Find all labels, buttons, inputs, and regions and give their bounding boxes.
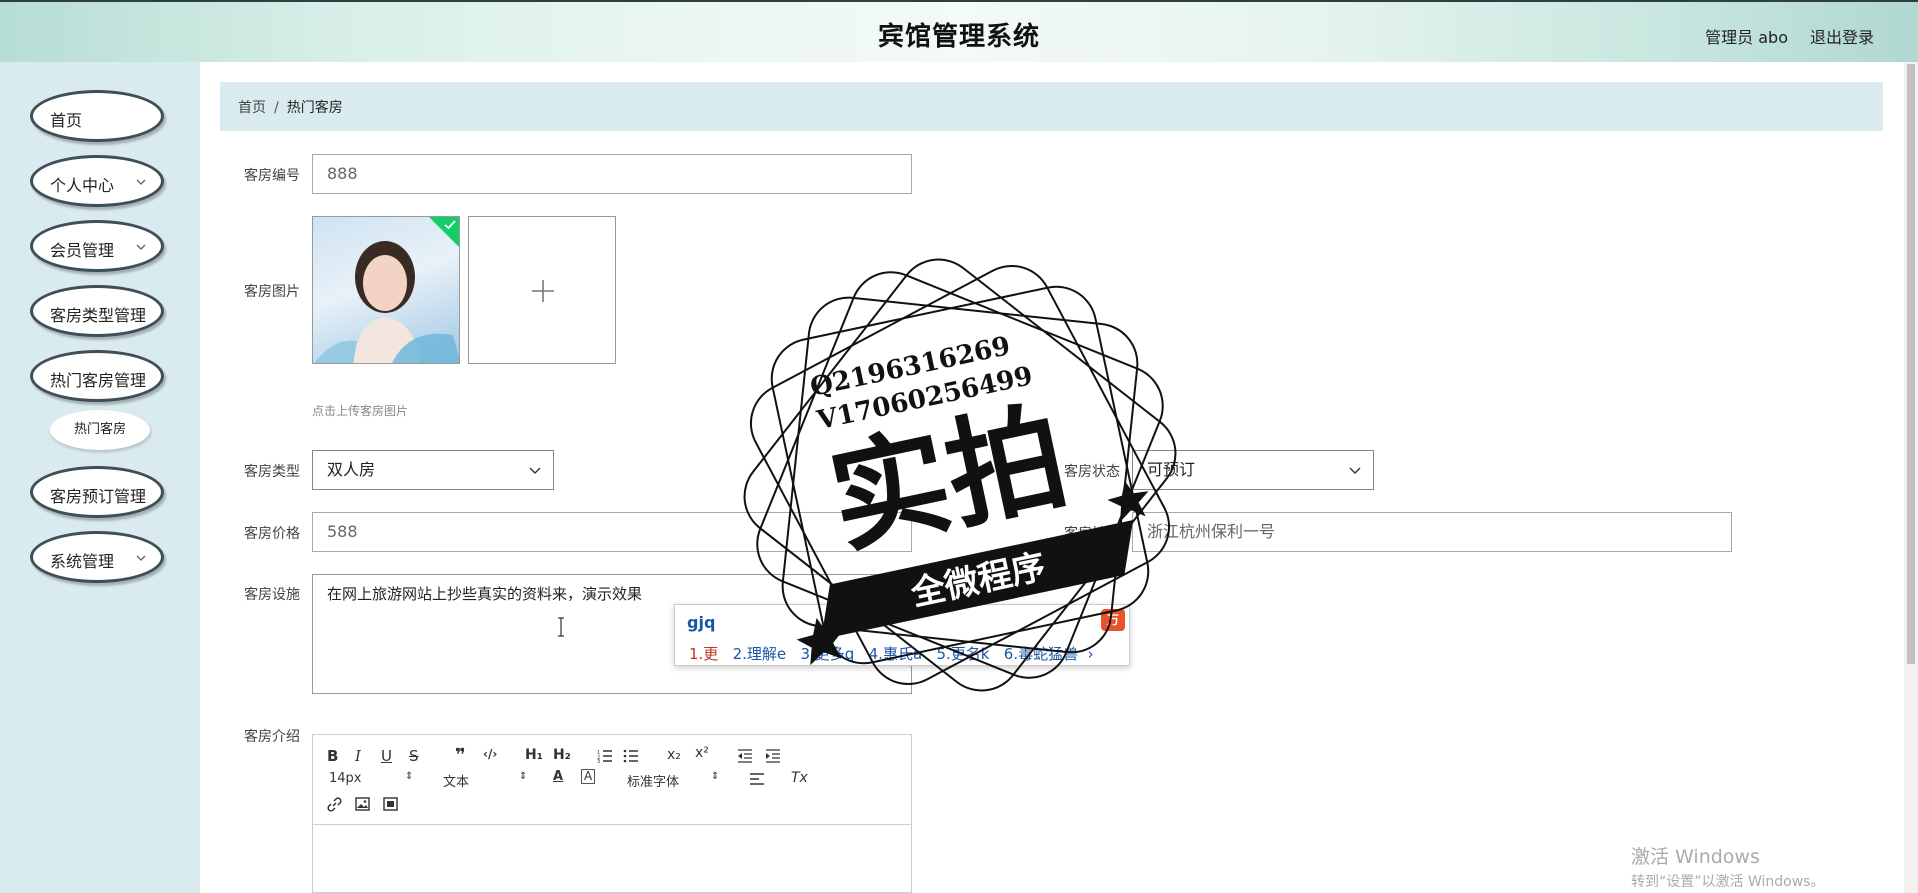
app-title: 宾馆管理系统: [877, 22, 1040, 52]
sidebar-item-label: 个人中心: [50, 176, 115, 195]
plus-icon: [532, 280, 554, 302]
sidebar-item-label: 会员管理: [50, 241, 115, 260]
facilities-label: 客房设施: [244, 587, 300, 603]
background-color-icon[interactable]: A: [581, 769, 596, 784]
room-type-label: 客房类型: [244, 464, 300, 480]
windows-activation-subtitle: 转到“设置”以激活 Windows。: [1631, 874, 1825, 890]
price-input[interactable]: 588: [312, 512, 912, 552]
windows-activation-title: 激活 Windows: [1631, 846, 1760, 868]
stamp-qq: Q2196316269: [808, 331, 1013, 403]
scrollbar-thumb[interactable]: [1907, 64, 1915, 664]
breadcrumb-current: 热门客房: [286, 100, 343, 116]
link-icon[interactable]: [327, 797, 342, 812]
address-input[interactable]: 浙江杭州保利一号: [1132, 512, 1732, 552]
sidebar-item-home[interactable]: 首页: [30, 90, 164, 142]
ime-candidate[interactable]: 2.理解e: [733, 645, 787, 663]
room-image-thumbnail[interactable]: [312, 216, 460, 364]
sidebar: 首页 个人中心 会员管理 客房类型管理 热门客房管理 热门客房 客房预订管理 系…: [0, 62, 200, 893]
superscript-button[interactable]: x²: [695, 745, 709, 761]
subscript-button[interactable]: x₂: [667, 747, 681, 763]
chevron-down-icon: [136, 244, 146, 250]
room-status-label: 客房状态: [1064, 464, 1120, 480]
editor-toolbar: B I U S ❞ ‹/› H₁ H₂ 123 x₂ x² 14px ⇕ 文本 …: [313, 735, 911, 825]
blockquote-icon[interactable]: ❞: [455, 745, 466, 766]
align-icon[interactable]: [749, 773, 765, 786]
logout-link[interactable]: 退出登录: [1810, 24, 1874, 48]
room-no-label: 客房编号: [244, 168, 300, 184]
address-label: 客房地址: [1064, 526, 1120, 542]
room-type-value: 双人房: [327, 460, 376, 479]
sidebar-item-label: 客房预订管理: [50, 487, 147, 506]
breadcrumb: 首页 / 热门客房: [220, 82, 1883, 131]
underline-button[interactable]: U: [381, 747, 392, 765]
ordered-list-icon[interactable]: 123: [597, 749, 613, 763]
sidebar-item-label: 客房类型管理: [50, 306, 147, 325]
current-user: 管理员 abo: [1705, 28, 1788, 47]
ime-candidate[interactable]: 1.更: [689, 645, 718, 663]
chevron-down-icon: [136, 179, 146, 185]
sidebar-item-label: 热门客房管理: [50, 371, 147, 390]
sort-icon: ⇕: [711, 771, 720, 782]
italic-button[interactable]: I: [355, 747, 361, 765]
ime-candidate[interactable]: 3.更多q: [800, 645, 854, 663]
bullet-list-icon[interactable]: [623, 749, 639, 763]
sidebar-item-label: 首页: [50, 111, 83, 130]
font-color-icon[interactable]: A: [553, 769, 563, 784]
ime-candidate[interactable]: 4.惠氏a: [869, 645, 923, 663]
ime-candidate-popup: gjq 万 1.更 2.理解e 3.更多q 4.惠氏a 5.更名k 6.毒蛇猛兽…: [674, 604, 1130, 666]
chevron-down-icon: [136, 555, 146, 561]
sidebar-item-booking-management[interactable]: 客房预订管理: [30, 466, 164, 518]
sidebar-item-member-management[interactable]: 会员管理: [30, 220, 164, 272]
room-status-select[interactable]: 可预订: [1132, 450, 1374, 490]
chevron-right-icon[interactable]: ›: [1083, 645, 1094, 663]
stamp-wechat: V17060256499: [814, 361, 1036, 436]
sidebar-item-personal-center[interactable]: 个人中心: [30, 155, 164, 207]
facilities-text: 在网上旅游网站上抄些真实的资料来，演示效果: [327, 585, 643, 603]
outdent-icon[interactable]: [737, 749, 753, 763]
sidebar-item-label: 系统管理: [50, 552, 115, 571]
room-type-select[interactable]: 双人房: [312, 450, 554, 490]
breadcrumb-home[interactable]: 首页: [238, 100, 266, 116]
video-icon[interactable]: [383, 797, 398, 811]
code-block-icon[interactable]: ‹/›: [483, 747, 497, 761]
heading1-button[interactable]: H₁: [525, 747, 543, 763]
ime-candidate[interactable]: 6.毒蛇猛兽: [1004, 645, 1078, 663]
windows-activation-watermark: 激活 Windows 转到“设置”以激活 Windows。: [1631, 842, 1824, 891]
intro-label: 客房介绍: [244, 729, 300, 745]
indent-icon[interactable]: [765, 749, 781, 763]
upload-add-button[interactable]: [468, 216, 616, 364]
chevron-down-icon: [1349, 467, 1361, 474]
price-label: 客房价格: [244, 526, 300, 542]
ime-composition: gjq: [687, 613, 716, 632]
breadcrumb-separator: /: [274, 100, 279, 116]
rich-text-editor[interactable]: B I U S ❞ ‹/› H₁ H₂ 123 x₂ x² 14px ⇕ 文本 …: [312, 734, 912, 893]
room-status-value: 可预订: [1147, 460, 1196, 479]
bold-button[interactable]: B: [327, 747, 338, 765]
text-cursor-icon: [558, 617, 564, 637]
image-icon[interactable]: [355, 797, 370, 811]
ime-candidate[interactable]: 5.更名k: [936, 645, 989, 663]
sort-icon: ⇕: [519, 771, 528, 782]
heading2-button[interactable]: H₂: [553, 747, 571, 763]
vertical-scrollbar[interactable]: [1904, 62, 1918, 893]
clear-format-icon[interactable]: Tx: [791, 770, 808, 786]
text-type-select[interactable]: 文本: [443, 771, 469, 790]
strikethrough-button[interactable]: S: [409, 747, 419, 765]
room-image-label: 客房图片: [244, 284, 300, 300]
top-header: 宾馆管理系统 管理员 abo 退出登录: [0, 0, 1918, 62]
chevron-down-icon: [529, 467, 541, 474]
room-no-input[interactable]: 888: [312, 154, 912, 194]
svg-text:3: 3: [597, 759, 600, 763]
sort-icon: ⇕: [405, 771, 414, 782]
sidebar-item-system-management[interactable]: 系统管理: [30, 531, 164, 583]
ime-candidate-list: 1.更 2.理解e 3.更多q 4.惠氏a 5.更名k 6.毒蛇猛兽 ›: [689, 643, 1094, 664]
sidebar-item-room-type-management[interactable]: 客房类型管理: [30, 285, 164, 337]
font-size-select[interactable]: 14px: [329, 771, 362, 786]
sidebar-subitem-hot-rooms[interactable]: 热门客房: [50, 410, 150, 450]
sidebar-item-hot-room-management[interactable]: 热门客房管理: [30, 350, 164, 402]
ime-logo: 万: [1101, 609, 1125, 631]
font-family-select[interactable]: 标准字体: [627, 771, 679, 790]
upload-hint: 点击上传客房图片: [312, 404, 409, 418]
check-icon: [444, 220, 456, 230]
